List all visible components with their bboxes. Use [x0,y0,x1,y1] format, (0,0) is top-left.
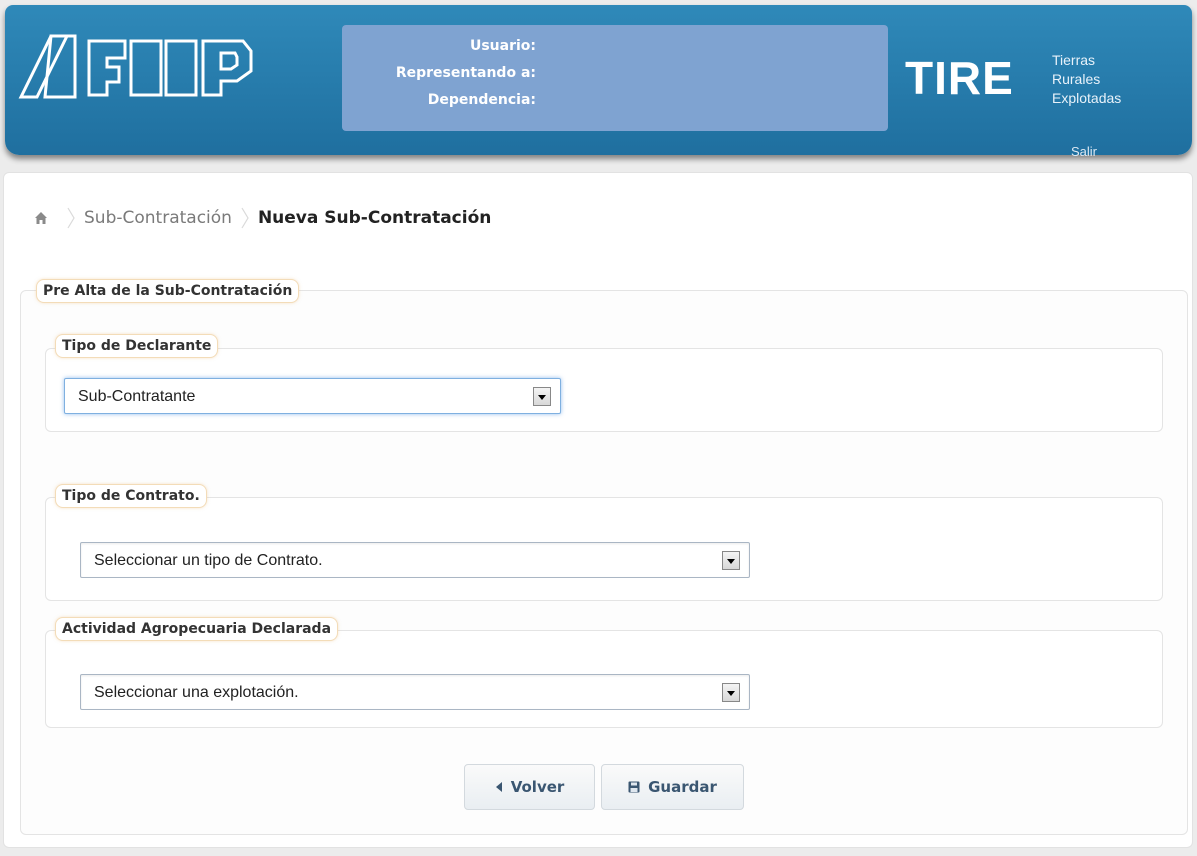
logout-link[interactable]: Salir [1071,144,1097,159]
chevron-down-icon[interactable] [533,387,551,406]
activity-fieldset: Actividad Agropecuaria Declarada Selecci… [45,617,1163,728]
chevron-left-icon [495,782,502,792]
declarant-fieldset: Tipo de Declarante Sub-Contratante [45,334,1163,432]
declarant-legend: Tipo de Declarante [55,334,219,358]
breadcrumb-current: Nueva Sub-Contratación [257,208,492,228]
back-button[interactable]: Volver [464,764,595,810]
user-info-panel: Usuario: Representando a: Dependencia: [342,25,888,131]
contract-select[interactable]: Seleccionar un tipo de Contrato. [80,542,750,578]
chevron-down-icon[interactable] [722,683,740,702]
declarant-select-value: Sub-Contratante [78,388,196,405]
breadcrumb: Sub-Contratación Nueva Sub-Contratación [34,205,491,231]
save-button[interactable]: Guardar [601,764,744,810]
contract-legend: Tipo de Contrato. [55,484,207,508]
contract-fieldset: Tipo de Contrato. Seleccionar un tipo de… [45,484,1163,601]
pre-alta-fieldset: Pre Alta de la Sub-Contratación Tipo de … [20,279,1188,835]
pre-alta-legend: Pre Alta de la Sub-Contratación [36,279,300,303]
activity-select[interactable]: Seleccionar una explotación. [80,674,750,710]
main-content: Sub-Contratación Nueva Sub-Contratación … [3,172,1193,848]
breadcrumb-parent-link[interactable]: Sub-Contratación [84,208,232,228]
app-subtitle-line: Rurales [1052,71,1101,87]
chevron-down-icon[interactable] [722,551,740,570]
declarant-select[interactable]: Sub-Contratante [64,378,561,414]
breadcrumb-separator-icon [67,207,75,229]
dependency-label: Dependencia: [427,92,536,108]
afip-logo [18,34,253,99]
save-button-label: Guardar [648,778,717,796]
app-header: Usuario: Representando a: Dependencia: T… [5,5,1192,159]
breadcrumb-separator-icon [241,207,249,229]
user-label: Usuario: [469,38,536,54]
activity-select-value: Seleccionar una explotación. [94,684,299,701]
back-button-label: Volver [510,778,565,796]
representing-label: Representando a: [395,65,536,81]
save-icon [628,781,640,793]
home-icon[interactable] [34,211,48,225]
app-subtitle-line: Tierras [1052,52,1096,68]
app-subtitle: Tierras Rurales Explotadas [1052,51,1121,108]
activity-legend: Actividad Agropecuaria Declarada [55,617,339,641]
contract-select-value: Seleccionar un tipo de Contrato. [94,552,323,569]
app-subtitle-line: Explotadas [1052,90,1122,106]
app-name: TIRE [905,52,1014,104]
